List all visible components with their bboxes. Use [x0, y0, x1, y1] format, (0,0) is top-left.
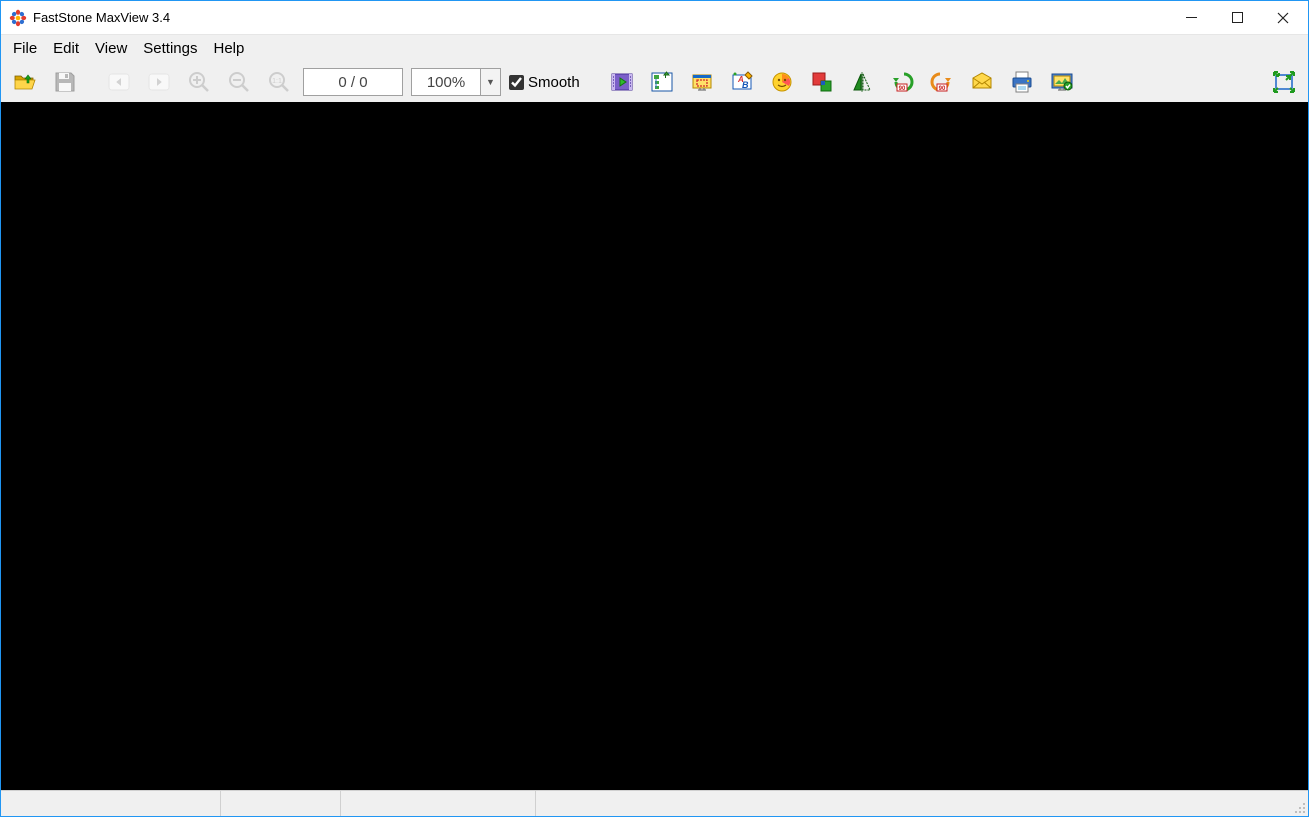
- smooth-toggle[interactable]: Smooth: [509, 74, 580, 91]
- page-counter[interactable]: 0 / 0: [303, 68, 403, 96]
- menu-edit[interactable]: Edit: [45, 37, 87, 60]
- zoom-out-button: [223, 66, 255, 98]
- next-button: [143, 66, 175, 98]
- actual-size-icon: 1:1: [267, 70, 291, 94]
- print-button[interactable]: [1006, 66, 1038, 98]
- status-panel-1: [221, 791, 341, 816]
- menu-bar: File Edit View Settings Help: [1, 34, 1308, 62]
- zoom-input[interactable]: 100%: [411, 68, 481, 96]
- next-icon: [147, 70, 171, 94]
- colors-button[interactable]: [766, 66, 798, 98]
- status-panel-2: [341, 791, 536, 816]
- zoom-in-button: [183, 66, 215, 98]
- fullscreen-button[interactable]: [1268, 66, 1300, 98]
- menu-help[interactable]: Help: [205, 37, 252, 60]
- title-bar: FastStone MaxView 3.4: [1, 1, 1308, 34]
- resize-icon: [810, 70, 834, 94]
- rotate-right-icon: 90: [930, 70, 954, 94]
- menu-settings[interactable]: Settings: [135, 37, 205, 60]
- resize-button[interactable]: [806, 66, 838, 98]
- slideshow-button[interactable]: [606, 66, 638, 98]
- close-button[interactable]: [1260, 2, 1306, 34]
- email-button[interactable]: [966, 66, 998, 98]
- draw-button[interactable]: A B: [726, 66, 758, 98]
- wallpaper-icon: [1050, 70, 1074, 94]
- window-title: FastStone MaxView 3.4: [33, 10, 170, 25]
- toolbar: 1:1 0 / 0 100% ▼ Smooth: [1, 62, 1308, 102]
- email-icon: [970, 70, 994, 94]
- slideshow-icon: [610, 70, 634, 94]
- fullscreen-icon: [1272, 70, 1296, 94]
- svg-text:90: 90: [938, 86, 945, 92]
- draw-board-icon: A B: [730, 70, 754, 94]
- tree-icon: [650, 70, 674, 94]
- svg-text:1:1: 1:1: [272, 78, 282, 85]
- minimize-button[interactable]: [1168, 2, 1214, 34]
- wallpaper-button[interactable]: [1046, 66, 1078, 98]
- save-icon: [53, 70, 77, 94]
- smooth-label: Smooth: [528, 74, 580, 91]
- colors-icon: [770, 70, 794, 94]
- status-bar: [1, 790, 1308, 816]
- status-panel-0: [1, 791, 221, 816]
- maximize-button[interactable]: [1214, 2, 1260, 34]
- rotate-right-button[interactable]: 90: [926, 66, 958, 98]
- previous-button: [103, 66, 135, 98]
- flip-icon: [850, 70, 874, 94]
- smooth-checkbox[interactable]: [509, 75, 524, 90]
- resize-grip-icon[interactable]: [1290, 791, 1308, 816]
- actual-size-button: 1:1: [263, 66, 295, 98]
- flip-button[interactable]: [846, 66, 878, 98]
- screenshot-button[interactable]: [686, 66, 718, 98]
- zoom-dropdown[interactable]: ▼: [481, 68, 501, 96]
- screenshot-icon: [690, 70, 714, 94]
- zoom-in-icon: [187, 70, 211, 94]
- menu-view[interactable]: View: [87, 37, 135, 60]
- svg-text:90: 90: [898, 86, 905, 92]
- rotate-left-icon: 90: [890, 70, 914, 94]
- tree-button[interactable]: [646, 66, 678, 98]
- save-button: [49, 66, 81, 98]
- menu-file[interactable]: File: [5, 37, 45, 60]
- previous-icon: [107, 70, 131, 94]
- print-icon: [1010, 70, 1034, 94]
- open-folder-icon: [13, 70, 37, 94]
- open-button[interactable]: [9, 66, 41, 98]
- app-icon: [9, 9, 27, 27]
- zoom-out-icon: [227, 70, 251, 94]
- svg-text:B: B: [742, 80, 749, 90]
- image-viewport[interactable]: [1, 102, 1308, 790]
- rotate-left-button[interactable]: 90: [886, 66, 918, 98]
